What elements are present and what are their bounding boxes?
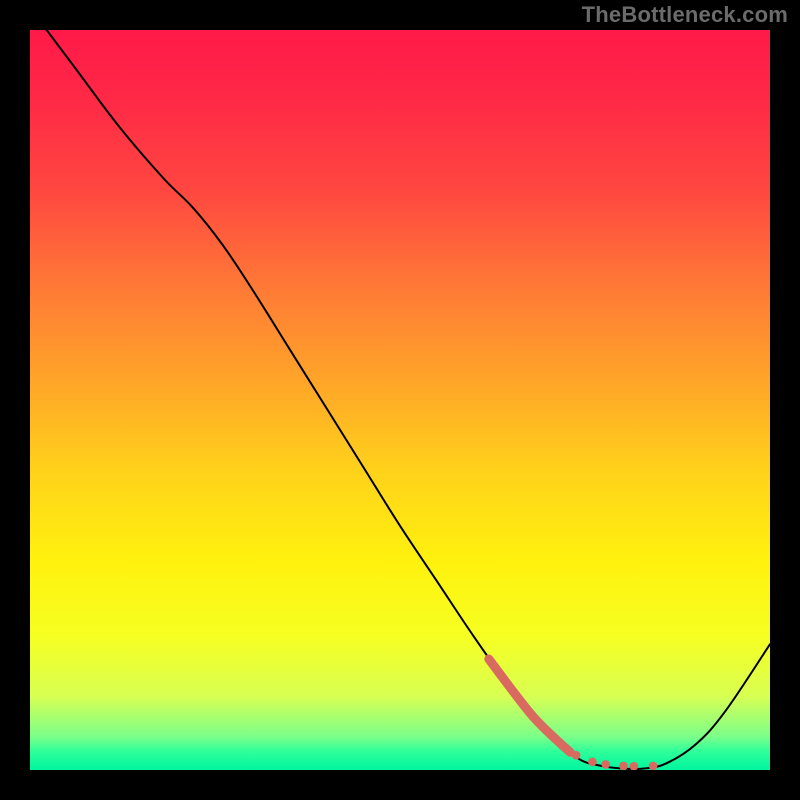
- highlight-dot: [588, 758, 597, 767]
- highlight-dot: [630, 762, 639, 771]
- highlight-dot: [649, 762, 658, 771]
- chart-container: TheBottleneck.com: [0, 0, 800, 800]
- highlight-dot: [572, 751, 581, 760]
- watermark-text: TheBottleneck.com: [582, 2, 788, 28]
- highlight-dot: [601, 760, 610, 769]
- plot-background: [30, 30, 770, 770]
- highlight-dot: [619, 762, 628, 771]
- bottleneck-chart: [0, 0, 800, 800]
